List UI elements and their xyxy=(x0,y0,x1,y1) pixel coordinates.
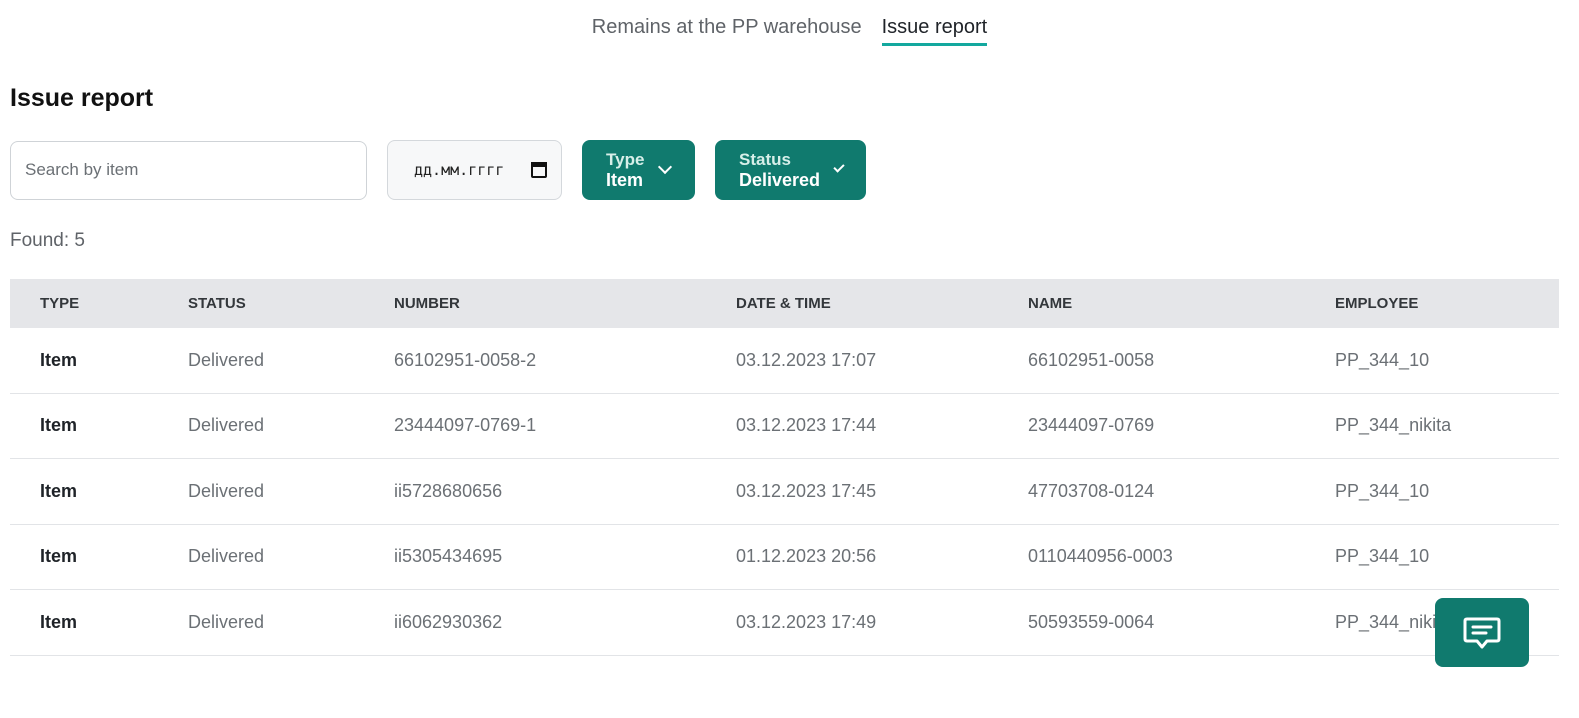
table-row[interactable]: Item Delivered 66102951-0058-2 03.12.202… xyxy=(10,328,1559,394)
table-row[interactable]: Item Delivered ii6062930362 03.12.2023 1… xyxy=(10,590,1559,656)
cell-number: 23444097-0769-1 xyxy=(394,415,537,436)
cell-employee: PP_344_nikita xyxy=(1335,611,1452,632)
cell-status: Delivered xyxy=(188,415,265,436)
search-input[interactable] xyxy=(10,140,367,200)
cell-status: Delivered xyxy=(188,611,265,632)
chat-button[interactable] xyxy=(1435,598,1529,667)
status-filter-caption: Status xyxy=(739,150,791,169)
issue-table: TYPE STATUS NUMBER DATE & TIME NAME EMPL… xyxy=(10,279,1559,656)
cell-type: Item xyxy=(40,480,78,501)
header-employee[interactable]: EMPLOYEE xyxy=(1335,295,1418,312)
found-count: Found: 5 xyxy=(10,230,85,251)
cell-date-time: 03.12.2023 17:07 xyxy=(736,349,877,370)
cell-type: Item xyxy=(40,415,78,436)
cell-employee: PP_344_10 xyxy=(1335,349,1430,370)
header-name[interactable]: NAME xyxy=(1028,295,1072,312)
cell-number: ii6062930362 xyxy=(394,611,503,632)
cell-employee: PP_344_10 xyxy=(1335,546,1430,567)
table-header: TYPE STATUS NUMBER DATE & TIME NAME EMPL… xyxy=(10,279,1559,328)
chevron-down-icon xyxy=(833,161,845,173)
cell-status: Delivered xyxy=(188,546,265,567)
cell-date-time: 03.12.2023 17:45 xyxy=(736,480,877,501)
cell-date-time: 01.12.2023 20:56 xyxy=(736,546,877,567)
cell-type: Item xyxy=(40,611,78,632)
cell-employee: PP_344_10 xyxy=(1335,480,1430,501)
status-filter-labels: Status Delivered xyxy=(739,149,820,191)
status-filter-value: Delivered xyxy=(739,170,821,190)
cell-type: Item xyxy=(40,546,78,567)
cell-name: 23444097-0769 xyxy=(1028,415,1155,436)
date-input[interactable]: дд.мм.гггг xyxy=(387,140,562,200)
cell-type: Item xyxy=(40,349,78,370)
type-filter-value: Item xyxy=(606,170,644,190)
cell-name: 47703708-0124 xyxy=(1028,480,1155,501)
type-filter-button[interactable]: Type Item xyxy=(582,140,695,200)
status-filter-button[interactable]: Status Delivered xyxy=(715,140,866,200)
page-title: Issue report xyxy=(10,84,154,112)
cell-status: Delivered xyxy=(188,480,265,501)
type-filter-caption: Type xyxy=(606,150,645,169)
table-row[interactable]: Item Delivered ii5305434695 01.12.2023 2… xyxy=(10,525,1559,590)
cell-name: 0110440956-0003 xyxy=(1028,546,1173,567)
cell-number: ii5728680656 xyxy=(394,480,503,501)
chevron-down-icon xyxy=(658,159,673,175)
table-row[interactable]: Item Delivered 23444097-0769-1 03.12.202… xyxy=(10,394,1559,459)
cell-name: 66102951-0058 xyxy=(1028,349,1155,370)
table-row[interactable]: Item Delivered ii5728680656 03.12.2023 1… xyxy=(10,459,1559,525)
header-date-time[interactable]: DATE & TIME xyxy=(736,295,831,312)
header-number[interactable]: NUMBER xyxy=(394,295,460,312)
cell-number: ii5305434695 xyxy=(394,546,503,567)
calendar-icon[interactable] xyxy=(531,162,547,178)
header-status[interactable]: STATUS xyxy=(188,295,246,312)
cell-employee: PP_344_nikita xyxy=(1335,415,1452,436)
filters-bar: дд.мм.гггг Type Item Status Delivered xyxy=(10,140,866,200)
tab-remains[interactable]: Remains at the PP warehouse xyxy=(592,16,862,46)
cell-name: 50593559-0064 xyxy=(1028,611,1155,632)
type-filter-labels: Type Item xyxy=(606,149,644,191)
cell-date-time: 03.12.2023 17:49 xyxy=(736,611,877,632)
header-type[interactable]: TYPE xyxy=(40,295,79,312)
cell-date-time: 03.12.2023 17:44 xyxy=(736,415,877,436)
tab-issue-report[interactable]: Issue report xyxy=(881,16,988,46)
report-tabs: Remains at the PP warehouse Issue report xyxy=(0,16,1579,46)
cell-number: 66102951-0058-2 xyxy=(394,349,537,370)
date-placeholder: дд.мм.гггг xyxy=(414,161,505,179)
cell-status: Delivered xyxy=(188,349,265,370)
chat-icon xyxy=(1463,617,1501,648)
